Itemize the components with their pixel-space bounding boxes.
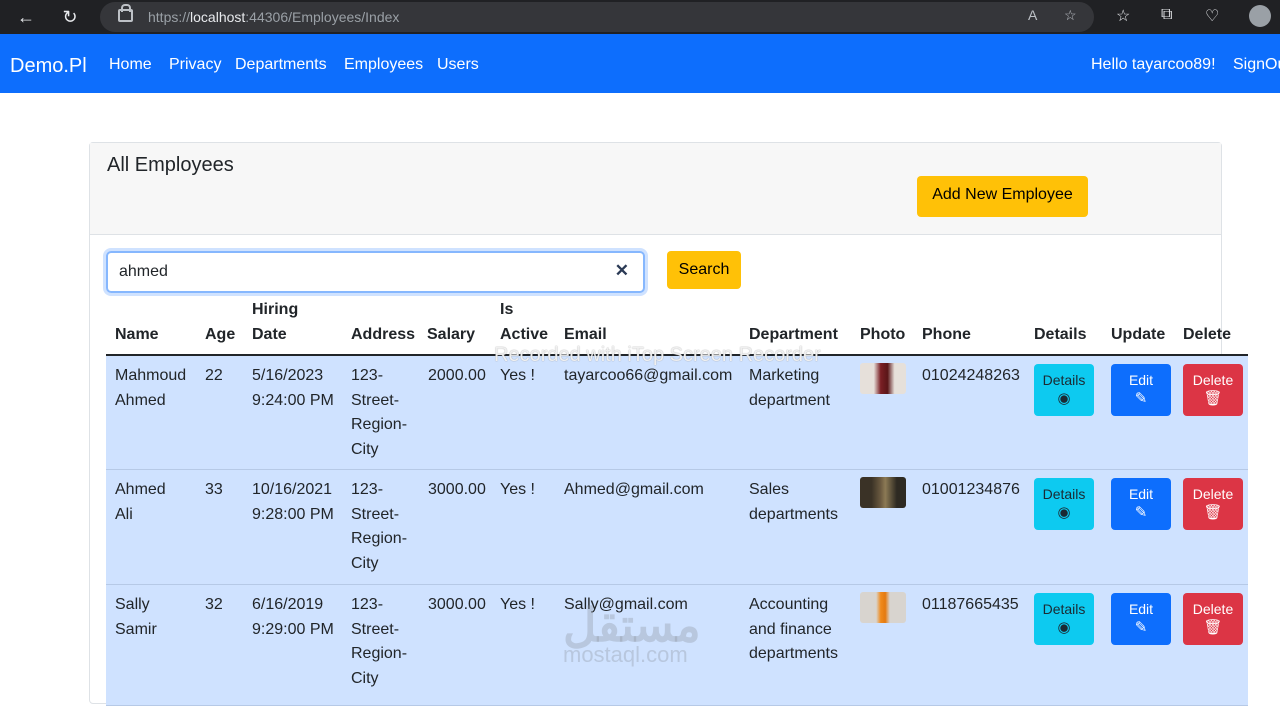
cell-active: Yes ! xyxy=(500,481,535,498)
edit-button[interactable]: Edit ✎ xyxy=(1111,364,1171,416)
details-button[interactable]: Details ◉ xyxy=(1034,478,1094,530)
cell-department: Sales departments xyxy=(749,481,838,523)
favorites-icon[interactable]: ☆ xyxy=(1116,6,1130,26)
header-salary: Salary xyxy=(427,326,476,343)
employee-photo xyxy=(860,592,906,623)
search-button[interactable]: Search xyxy=(667,251,741,289)
nav-users[interactable]: Users xyxy=(437,56,479,74)
nav-privacy[interactable]: Privacy xyxy=(169,56,221,74)
signout-link[interactable]: SignOut xyxy=(1233,56,1280,74)
cell-salary: 2000.00 xyxy=(428,367,486,384)
edit-button[interactable]: Edit ✎ xyxy=(1111,593,1171,645)
header-delete: Delete xyxy=(1183,326,1232,343)
nav-employees[interactable]: Employees xyxy=(344,56,423,74)
cell-age: 32 xyxy=(205,596,223,613)
employee-photo xyxy=(860,363,906,394)
clear-icon[interactable]: ✕ xyxy=(615,261,629,281)
trash-icon: 🗑 xyxy=(1203,504,1223,521)
cell-active: Yes ! xyxy=(500,596,535,613)
card-header: All Employees Add New Employee xyxy=(90,143,1221,235)
table-row: Mahmoud Ahmed 22 5/16/2023 9:24:00 PM 123-… xyxy=(106,356,1248,470)
employee-photo xyxy=(860,477,906,508)
nav-home[interactable]: Home xyxy=(109,56,152,74)
header-name: Name xyxy=(115,326,159,343)
cell-phone: 01024248263 xyxy=(922,367,1020,384)
collections-icon[interactable]: ⧉ xyxy=(1161,6,1172,24)
mostaql-logo-text: mostaql.com xyxy=(563,642,688,667)
recorder-watermark: Recorded with iTop Screen Recorder xyxy=(494,344,821,366)
cell-address: 123- Street- Region- City xyxy=(351,481,408,572)
header-phone: Phone xyxy=(922,326,971,343)
top-navbar: Demo.Pl Home Privacy Departments Employe… xyxy=(0,34,1280,93)
cell-salary: 3000.00 xyxy=(428,596,486,613)
cell-name: Mahmoud Ahmed xyxy=(115,367,187,409)
cell-age: 33 xyxy=(205,481,223,498)
cell-salary: 3000.00 xyxy=(428,481,486,498)
browser-toolbar: ← ↻ https://localhost:44306/Employees/In… xyxy=(0,0,1280,34)
search-input[interactable]: ahmed ✕ xyxy=(106,251,645,293)
header-photo: Photo xyxy=(860,326,906,343)
cell-hiring-date: 10/16/2021 9:28:00 PM xyxy=(252,481,334,523)
cell-name: Sally Samir xyxy=(115,596,157,638)
trash-icon: 🗑 xyxy=(1203,390,1223,407)
cell-hiring-date: 5/16/2023 9:24:00 PM xyxy=(252,367,334,409)
cell-department: Accounting and finance departments xyxy=(749,596,838,662)
header-is: Is xyxy=(500,301,514,318)
brand-link[interactable]: Demo.Pl xyxy=(10,55,87,78)
eye-icon: ◉ xyxy=(1057,390,1071,407)
back-arrow-icon[interactable]: ← xyxy=(14,5,38,29)
cell-phone: 01187665435 xyxy=(922,596,1019,613)
cell-hiring-date: 6/16/2019 9:29:00 PM xyxy=(252,596,334,638)
page-title: All Employees xyxy=(107,154,234,176)
search-input-value: ahmed xyxy=(119,263,168,280)
cell-address: 123- Street- Region- City xyxy=(351,596,408,687)
header-hiring: Hiring xyxy=(252,301,299,318)
delete-button[interactable]: Delete 🗑 xyxy=(1183,364,1243,416)
cell-active: Yes ! xyxy=(500,367,535,384)
header-details: Details xyxy=(1034,326,1087,343)
details-button[interactable]: Details ◉ xyxy=(1034,364,1094,416)
table-row: Ahmed Ali 33 10/16/2021 9:28:00 PM 123- Str… xyxy=(106,470,1248,585)
url-text: https://localhost:44306/Employees/Index xyxy=(148,9,400,25)
read-aloud-icon[interactable]: A xyxy=(1028,7,1037,23)
nav-departments[interactable]: Departments xyxy=(235,56,327,74)
details-button[interactable]: Details ◉ xyxy=(1034,593,1094,645)
cell-email: tayarcoo66@gmail.com xyxy=(564,367,733,384)
cell-department: Marketing department xyxy=(749,367,830,409)
address-bar[interactable]: https://localhost:44306/Employees/Index … xyxy=(100,2,1094,32)
eye-icon: ◉ xyxy=(1057,619,1071,636)
cell-name: Ahmed Ali xyxy=(115,481,166,523)
cell-phone: 01001234876 xyxy=(922,481,1020,498)
favorite-icon[interactable]: ☆ xyxy=(1064,7,1077,24)
header-update: Update xyxy=(1111,326,1166,343)
user-greeting[interactable]: Hello tayarcoo89! xyxy=(1091,56,1216,74)
edit-button[interactable]: Edit ✎ xyxy=(1111,478,1171,530)
edit-icon: ✎ xyxy=(1134,390,1148,407)
cell-address: 123- Street- Region- City xyxy=(351,367,408,458)
header-age: Age xyxy=(205,326,236,343)
cell-email: Ahmed@gmail.com xyxy=(564,481,704,498)
edit-icon: ✎ xyxy=(1134,619,1148,636)
cell-age: 22 xyxy=(205,367,223,384)
delete-button[interactable]: Delete 🗑 xyxy=(1183,593,1243,645)
header-date: Date xyxy=(252,326,287,343)
browser-essentials-icon[interactable]: ♡ xyxy=(1205,6,1219,26)
profile-avatar[interactable] xyxy=(1249,5,1271,27)
delete-button[interactable]: Delete 🗑 xyxy=(1183,478,1243,530)
header-address: Address xyxy=(351,326,416,343)
add-new-employee-button[interactable]: Add New Employee xyxy=(917,176,1088,217)
trash-icon: 🗑 xyxy=(1203,619,1223,636)
edit-icon: ✎ xyxy=(1134,504,1148,521)
eye-icon: ◉ xyxy=(1057,504,1071,521)
lock-icon[interactable] xyxy=(118,4,133,22)
reload-icon[interactable]: ↻ xyxy=(58,5,82,29)
